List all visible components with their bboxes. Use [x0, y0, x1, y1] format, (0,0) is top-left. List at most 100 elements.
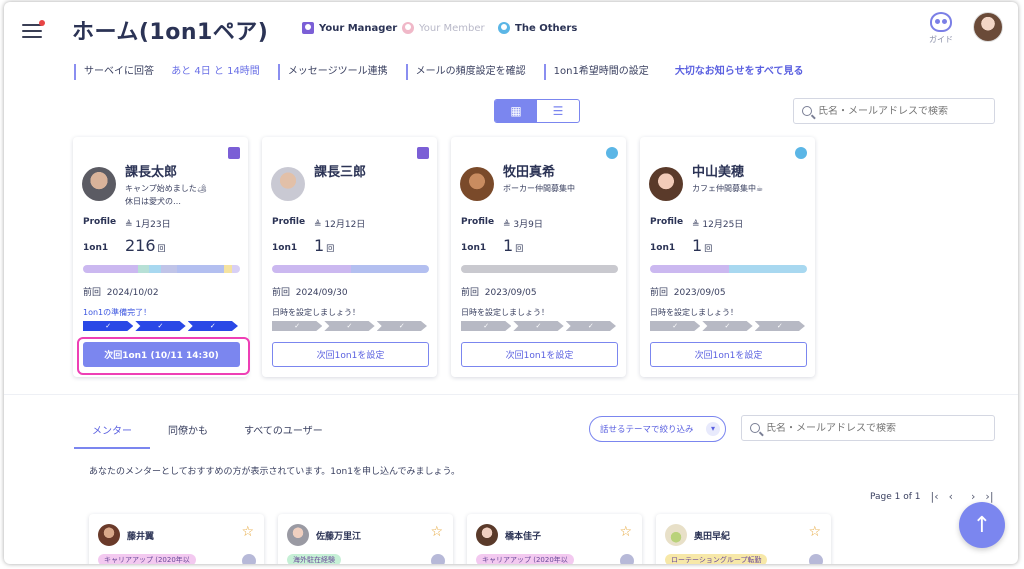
pair-avatar: [460, 167, 494, 201]
mentor-name: 藤井翼: [127, 532, 155, 542]
pair-name: 課長太郎: [125, 165, 178, 180]
theme-filter-button[interactable]: 話せるテーマで絞り込み ▾: [589, 416, 726, 442]
mentor-avatar: [287, 524, 309, 546]
oneonone-count-unit: 回: [157, 244, 166, 253]
oneonone-label: 1on1: [83, 243, 109, 253]
legend-others: The Others: [498, 22, 577, 34]
mentor-tabs: メンター 同僚かも すべてのユーザー: [74, 416, 341, 449]
birthday-value: 1月23日: [135, 220, 171, 230]
tab-colleagues[interactable]: 同僚かも: [150, 416, 226, 449]
preferred-time-link[interactable]: 1on1希望時間の設定: [543, 64, 657, 80]
pair-status: キャンプ始めました🏕 休日は愛犬の…: [125, 182, 243, 208]
tab-mentor[interactable]: メンター: [74, 416, 150, 449]
user-avatar[interactable]: [973, 12, 1003, 42]
more-tags-icon[interactable]: [809, 554, 823, 564]
star-icon[interactable]: ☆: [430, 524, 443, 540]
section-divider: [4, 394, 1018, 395]
check-icon: ✓: [83, 321, 134, 331]
mentor-avatar: [98, 524, 120, 546]
chevron-down-icon: ▾: [706, 422, 720, 436]
message-tool-link[interactable]: メッセージツール連携: [277, 64, 396, 80]
cake-icon: ≜: [503, 220, 514, 230]
search-icon: [750, 423, 760, 433]
preparation-steps: ✓ ✓ ✓: [461, 321, 618, 331]
guide-label: ガイド: [929, 35, 953, 44]
previous-label: 前回: [461, 288, 480, 298]
mentor-card[interactable]: 橋本佳子 ☆ キャリアアップ (2020年以: [467, 514, 642, 564]
pair-card[interactable]: 課長三郎 Profile ≜ 12月12日 1on1 1回 前回 2024/09…: [262, 137, 437, 377]
oneonone-count-value: 1: [314, 236, 325, 255]
tab-all-users[interactable]: すべてのユーザー: [226, 416, 341, 449]
owl-icon: [930, 12, 952, 32]
previous-label: 前回: [650, 288, 669, 298]
pair-history-segment: [224, 265, 233, 273]
pair-history-bar: [461, 265, 618, 273]
mentor-theme-tag: ローテーショングループ転勤: [665, 554, 768, 564]
preparation-hint: 日時を設定しましょう！: [650, 308, 738, 317]
first-page-icon[interactable]: |‹: [931, 490, 939, 503]
manager-person-icon: [228, 147, 240, 159]
menu-icon[interactable]: [22, 20, 45, 40]
star-icon[interactable]: ☆: [619, 524, 632, 540]
mail-frequency-link[interactable]: メールの頻度設定を確認: [405, 64, 534, 80]
check-icon: ✓: [272, 321, 323, 331]
pair-card[interactable]: 中山美穂 カフェ仲間募集中☕ Profile ≜ 12月25日 1on1 1回 …: [640, 137, 815, 377]
preparation-hint: 日時を設定しましょう！: [272, 308, 360, 317]
birthday: ≜ 3月9日: [503, 217, 543, 230]
survey-link-label: サーベイに回答: [84, 66, 154, 77]
more-tags-icon[interactable]: [242, 554, 256, 564]
oneonone-count: 1回: [503, 236, 523, 255]
mentor-card[interactable]: 佐藤万里江 ☆ 海外駐在経験: [278, 514, 453, 564]
survey-link[interactable]: サーベイに回答 あと 4日 と 14時間: [74, 64, 268, 80]
pair-history-segment: [161, 265, 178, 273]
prev-page-icon[interactable]: ‹: [949, 490, 953, 503]
last-page-icon[interactable]: ›|: [985, 490, 993, 503]
mentor-card[interactable]: 奥田早紀 ☆ ローテーショングループ転勤: [656, 514, 831, 564]
pair-status-line: キャンプ始めました🏕: [125, 184, 207, 193]
guide-button[interactable]: ガイド: [924, 12, 958, 45]
check-icon: ✓: [565, 321, 616, 331]
mentor-search-box: [741, 415, 995, 441]
others-person-icon: [606, 147, 618, 159]
next-page-icon[interactable]: ›: [971, 490, 975, 503]
page-indicator: Page 1 of 1: [870, 491, 921, 502]
star-icon[interactable]: ☆: [241, 524, 254, 540]
highlight-frame: [77, 337, 250, 375]
mentor-search-input[interactable]: [766, 422, 936, 434]
legend-member: Your Member: [402, 22, 485, 34]
profile-label: Profile: [650, 217, 684, 227]
oneonone-count-value: 1: [503, 236, 514, 255]
previous-meeting: 前回 2023/09/05: [650, 285, 726, 298]
next-oneonone-button[interactable]: 次回1on1を設定: [650, 342, 807, 367]
pair-name: 課長三郎: [314, 165, 367, 180]
profile-label: Profile: [83, 217, 117, 227]
pair-card[interactable]: 牧田真希 ボーカー仲間募集中 Profile ≜ 3月9日 1on1 1回 前回…: [451, 137, 626, 377]
pair-history-segment: [232, 265, 240, 273]
next-oneonone-button[interactable]: 次回1on1を設定: [461, 342, 618, 367]
more-tags-icon[interactable]: [620, 554, 634, 564]
pair-history-segment: [461, 265, 618, 273]
star-icon[interactable]: ☆: [808, 524, 821, 540]
search-icon: [802, 106, 812, 116]
grid-icon: ▦: [510, 104, 522, 118]
notice-link-bar: サーベイに回答 あと 4日 と 14時間 メッセージツール連携 メールの頻度設定…: [74, 64, 822, 80]
mentor-theme-tag: キャリアアップ (2020年以: [476, 554, 574, 564]
scroll-top-button[interactable]: ↑: [959, 502, 1005, 548]
pair-name: 中山美穂: [692, 165, 745, 180]
check-icon: ✓: [135, 321, 186, 331]
mentor-avatar: [476, 524, 498, 546]
pair-history-segment: [650, 265, 729, 273]
oneonone-count: 1回: [314, 236, 334, 255]
top-search-input[interactable]: [818, 105, 988, 117]
birthday: ≜ 12月25日: [692, 217, 743, 230]
oneonone-count-value: 216: [125, 236, 156, 255]
all-notices-link[interactable]: 大切なお知らせをすべて見る: [667, 64, 812, 80]
more-tags-icon[interactable]: [431, 554, 445, 564]
pair-history-segment: [177, 265, 225, 273]
next-oneonone-button[interactable]: 次回1on1を設定: [272, 342, 429, 367]
check-icon: ✓: [461, 321, 512, 331]
list-view-button[interactable]: ☰: [537, 100, 579, 122]
grid-view-button[interactable]: ▦: [495, 100, 537, 122]
mentor-card[interactable]: 藤井翼 ☆ キャリアアップ (2020年以: [89, 514, 264, 564]
cake-icon: ≜: [692, 220, 703, 230]
